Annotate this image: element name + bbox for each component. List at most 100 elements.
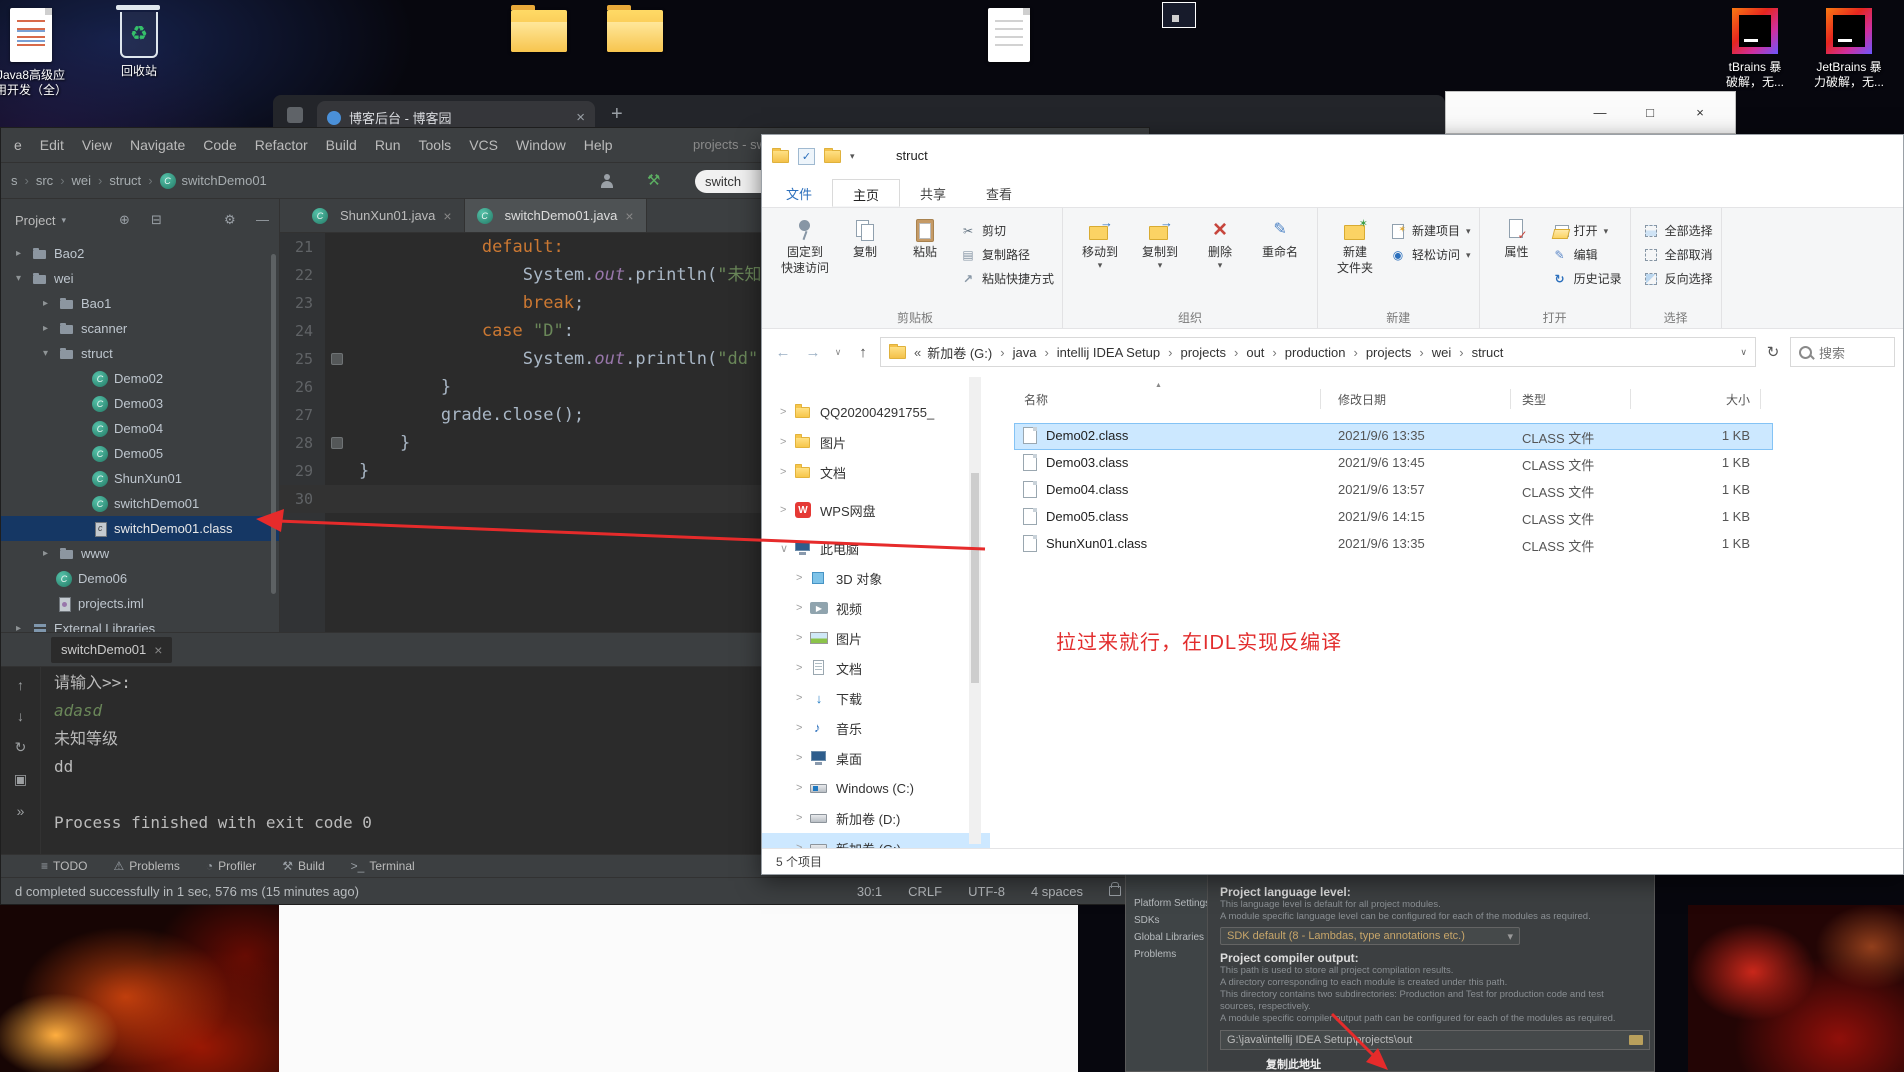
file-row[interactable]: Demo04.class 2021/9/6 13:57 CLASS 文件 1 K…: [990, 477, 1903, 504]
settings-nav-item[interactable]: Global Libraries: [1126, 929, 1207, 946]
file-row[interactable]: Demo02.class 2021/9/6 13:35 CLASS 文件 1 K…: [990, 423, 1903, 450]
sidebar-item[interactable]: > WPS网盘: [762, 495, 990, 525]
browse-folder-icon[interactable]: [1629, 1035, 1643, 1045]
line-separator[interactable]: CRLF: [908, 884, 942, 899]
project-tree-item[interactable]: ▸ www: [1, 541, 279, 566]
sidebar-chevron-icon[interactable]: >: [796, 782, 810, 794]
sidebar-chevron-icon[interactable]: >: [780, 436, 794, 448]
ribbon-button[interactable]: 移动到 ▾: [1071, 210, 1129, 270]
tree-chevron-icon[interactable]: ▾: [43, 348, 59, 359]
ribbon-tab[interactable]: 主页: [832, 179, 901, 207]
menu-item[interactable]: Build: [317, 135, 366, 155]
settings-nav-item[interactable]: Problems: [1126, 946, 1207, 963]
tool-window-button[interactable]: ◔ Profiler: [206, 859, 256, 873]
breadcrumb-item[interactable]: wei: [53, 173, 92, 188]
sidebar-chevron-icon[interactable]: >: [780, 466, 794, 478]
tool-window-button[interactable]: >_ Terminal: [351, 859, 415, 873]
ribbon-button[interactable]: 固定到 快速访问: [776, 210, 834, 275]
project-tree-item[interactable]: ▸ scanner: [1, 316, 279, 341]
desktop-icon-folder[interactable]: [496, 5, 582, 52]
column-separator[interactable]: [1630, 389, 1631, 409]
address-segment[interactable]: intellij IDEA Setup: [1036, 345, 1160, 360]
tree-chevron-icon[interactable]: ▾: [16, 273, 32, 284]
ribbon-button[interactable]: 粘贴: [896, 210, 954, 259]
ribbon-tab[interactable]: 查看: [966, 179, 1032, 207]
build-hammer-icon[interactable]: ⚒: [647, 171, 660, 189]
address-segment[interactable]: projects: [1160, 345, 1226, 360]
ribbon-button[interactable]: 删除 ▾: [1191, 210, 1249, 270]
address-segment[interactable]: out: [1226, 345, 1264, 360]
forward-button[interactable]: →: [800, 344, 826, 361]
gutter-marker-icon[interactable]: [331, 437, 343, 449]
ribbon-button[interactable]: 复制到 ▾: [1131, 210, 1189, 270]
menu-item[interactable]: Run: [366, 135, 410, 155]
address-segment[interactable]: 新加卷 (G:): [927, 343, 992, 362]
column-separator[interactable]: [1510, 389, 1511, 409]
sidebar-item[interactable]: > 新加卷 (G:): [762, 833, 990, 848]
tree-chevron-icon[interactable]: ▸: [16, 248, 32, 259]
ribbon-tab[interactable]: 文件: [766, 179, 832, 207]
gear-icon[interactable]: ⚙: [224, 212, 236, 228]
desktop-icon-jetbrains-crack2[interactable]: JetBrains 暴力破解，无...: [1806, 8, 1892, 90]
project-tree-item[interactable]: switchDemo01: [1, 491, 279, 516]
sidebar-chevron-icon[interactable]: ∨: [780, 542, 794, 555]
breadcrumb-item[interactable]: src: [18, 173, 53, 188]
column-separator[interactable]: [1760, 389, 1761, 409]
tree-chevron-icon[interactable]: ▸: [16, 623, 32, 632]
address-segment[interactable]: production: [1264, 345, 1346, 360]
ribbon-button[interactable]: 历史记录: [1552, 270, 1622, 287]
address-segment[interactable]: struct: [1451, 345, 1504, 360]
lock-icon[interactable]: [1109, 882, 1121, 896]
column-header-type[interactable]: 类型: [1522, 391, 1546, 408]
sidebar-chevron-icon[interactable]: >: [796, 752, 810, 764]
sidebar-item[interactable]: > Windows (C:): [762, 773, 990, 803]
browser-app-icon[interactable]: [287, 106, 303, 123]
back-button[interactable]: ←: [770, 344, 796, 361]
close-icon[interactable]: ×: [576, 109, 585, 126]
user-profile-icon[interactable]: [599, 174, 615, 189]
editor-tab[interactable]: ShunXun01.java ×: [300, 199, 465, 232]
properties-check-icon[interactable]: ✓: [798, 148, 815, 165]
compiler-output-path-field[interactable]: G:\java\intellij IDEA Setup\projects\out: [1220, 1030, 1650, 1050]
sidebar-item[interactable]: > 桌面: [762, 743, 990, 773]
sidebar-chevron-icon[interactable]: >: [796, 602, 810, 614]
project-tree-item[interactable]: Demo02: [1, 366, 279, 391]
breadcrumb-item[interactable]: struct: [91, 173, 141, 188]
menu-item[interactable]: Tools: [410, 135, 461, 155]
settings-nav-item[interactable]: Platform Settings: [1126, 895, 1207, 912]
project-tree-item[interactable]: switchDemo01.class: [1, 516, 279, 541]
ribbon-button[interactable]: 轻松访问 ▾: [1390, 246, 1471, 263]
ribbon-button[interactable]: 剪切: [960, 222, 1054, 239]
console-toolbar-icon[interactable]: ↑: [17, 677, 24, 693]
desktop-icon-document-selected[interactable]: [1136, 2, 1222, 28]
menu-item[interactable]: Help: [575, 135, 622, 155]
indent-setting[interactable]: 4 spaces: [1031, 884, 1083, 899]
ribbon-button[interactable]: 反向选择: [1643, 270, 1713, 287]
sidebar-chevron-icon[interactable]: >: [796, 722, 810, 734]
ribbon-button[interactable]: 新建项目 ▾: [1390, 222, 1471, 239]
tool-window-button[interactable]: ≡ TODO: [41, 859, 87, 873]
project-tree-item[interactable]: Demo04: [1, 416, 279, 441]
sidebar-item[interactable]: > 音乐: [762, 713, 990, 743]
menu-item[interactable]: Window: [507, 135, 575, 155]
project-tree-item[interactable]: ▸ External Libraries: [1, 616, 279, 632]
ribbon-button[interactable]: 粘贴快捷方式: [960, 270, 1054, 287]
project-tree-item[interactable]: ShunXun01: [1, 466, 279, 491]
ribbon-button[interactable]: 新建 文件夹: [1326, 210, 1384, 275]
address-overflow-icon[interactable]: «: [914, 345, 921, 360]
menu-item[interactable]: VCS: [460, 135, 507, 155]
file-row[interactable]: ShunXun01.class 2021/9/6 13:35 CLASS 文件 …: [990, 531, 1903, 558]
history-dropdown-icon[interactable]: ∨: [830, 347, 846, 358]
up-button[interactable]: ↑: [850, 344, 876, 361]
column-header-name[interactable]: 名称: [1024, 391, 1048, 408]
ribbon-button[interactable]: 复制路径: [960, 246, 1054, 263]
menu-item[interactable]: Edit: [31, 135, 73, 155]
sidebar-chevron-icon[interactable]: >: [796, 662, 810, 674]
scrollbar[interactable]: [271, 254, 276, 594]
sidebar-item[interactable]: > QQ202004291755_: [762, 397, 990, 427]
close-icon[interactable]: ×: [154, 642, 162, 658]
column-header-size[interactable]: 大小: [1650, 391, 1750, 408]
file-row[interactable]: Demo03.class 2021/9/6 13:45 CLASS 文件 1 K…: [990, 450, 1903, 477]
minimize-button[interactable]: —: [1575, 105, 1625, 120]
sidebar-chevron-icon[interactable]: >: [780, 406, 794, 418]
